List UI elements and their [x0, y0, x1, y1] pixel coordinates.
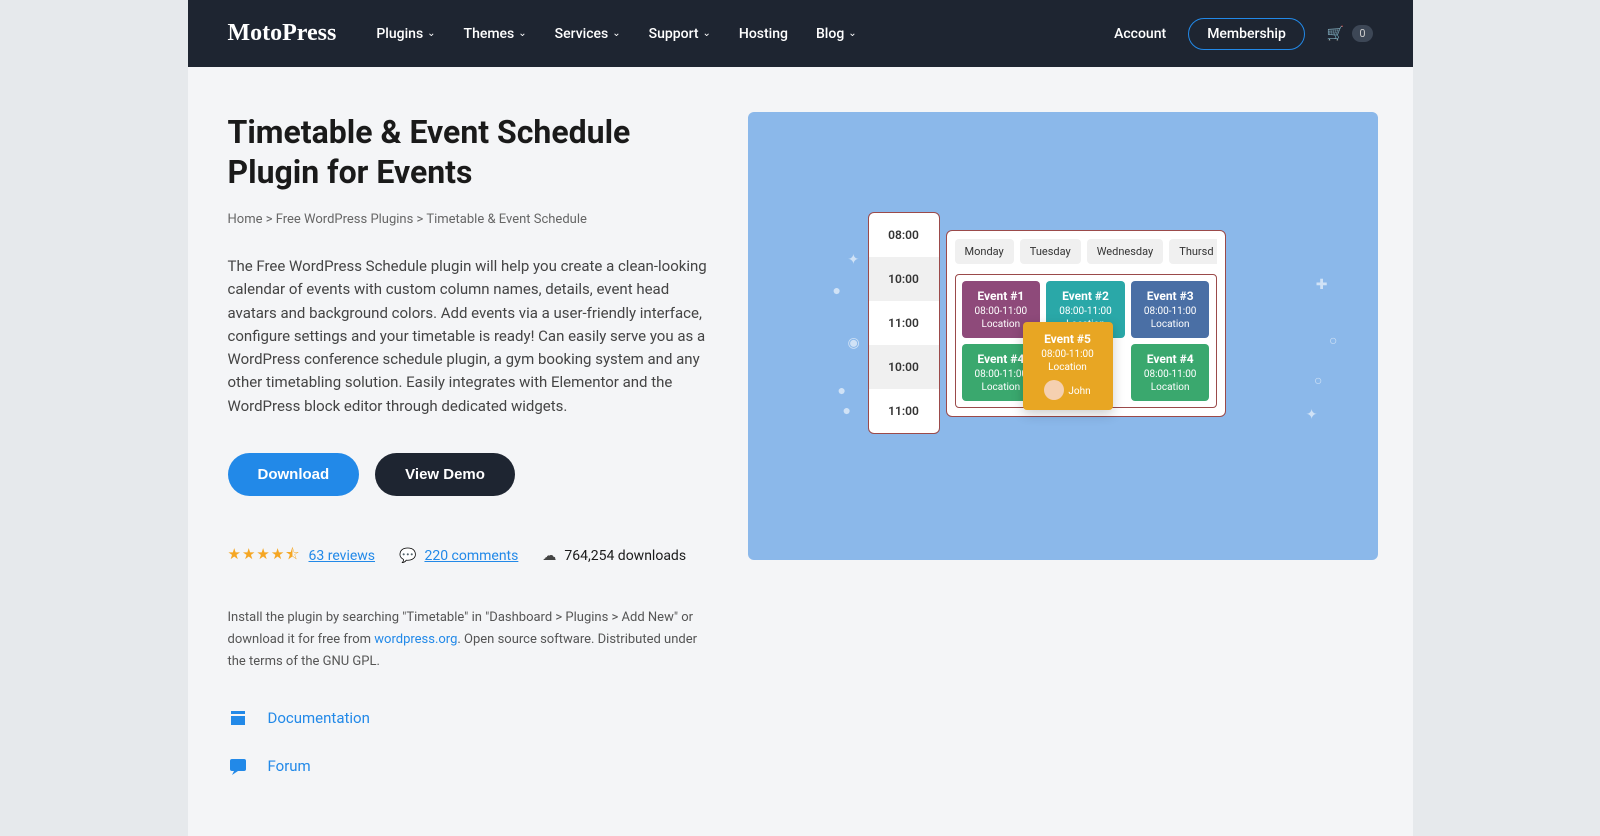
chevron-down-icon: ⌄ — [518, 28, 526, 39]
star-rating-icon: ★★★★⯪ — [228, 544, 301, 569]
featured-event-card: Event #5 08:00-11:00 Location John — [1023, 322, 1113, 410]
nav-hosting[interactable]: Hosting — [739, 26, 788, 42]
main-nav: Plugins⌄ Themes⌄ Services⌄ Support⌄ Host… — [376, 26, 1114, 42]
comment-icon: 💬 — [399, 548, 416, 564]
comments-link[interactable]: 220 comments — [424, 548, 518, 564]
day-tab: Monday — [955, 239, 1014, 264]
cart-count-badge: 0 — [1352, 25, 1372, 42]
downloads-count: 764,254 downloads — [564, 548, 686, 564]
membership-button[interactable]: Membership — [1188, 18, 1305, 50]
nav-support[interactable]: Support⌄ — [649, 26, 711, 42]
breadcrumb: Home > Free WordPress Plugins > Timetabl… — [228, 212, 708, 227]
nav-services[interactable]: Services⌄ — [555, 26, 621, 42]
wordpress-org-link[interactable]: wordpress.org — [374, 632, 457, 647]
event-card: Event #3 08:00-11:00 Location — [1131, 281, 1210, 338]
preview-image: ✦ ● ◉ ● ● ✚ ○ ○ ✦ 08:00 10:00 11:00 10:0… — [748, 112, 1378, 560]
reviews-link[interactable]: 63 reviews — [309, 548, 376, 564]
day-tab: Thursd — [1169, 239, 1216, 264]
forum-icon — [228, 756, 248, 776]
nav-themes[interactable]: Themes⌄ — [464, 26, 527, 42]
avatar-icon — [1044, 380, 1064, 400]
chevron-down-icon: ⌄ — [427, 28, 435, 39]
header: MotoPress Plugins⌄ Themes⌄ Services⌄ Sup… — [188, 0, 1413, 67]
description: The Free WordPress Schedule plugin will … — [228, 255, 708, 418]
action-buttons: Download View Demo — [228, 453, 708, 496]
page-title: Timetable & Event Schedule Plugin for Ev… — [228, 112, 708, 192]
chevron-down-icon: ⌄ — [612, 28, 620, 39]
nav-blog[interactable]: Blog⌄ — [816, 26, 857, 42]
logo[interactable]: MotoPress — [228, 20, 337, 47]
breadcrumb-home[interactable]: Home — [228, 212, 263, 227]
nav-plugins[interactable]: Plugins⌄ — [376, 26, 435, 42]
cart-icon: 🛒 — [1327, 26, 1344, 42]
document-icon — [228, 708, 248, 728]
main-content: Timetable & Event Schedule Plugin for Ev… — [188, 67, 1413, 836]
breadcrumb-current: Timetable & Event Schedule — [426, 212, 587, 227]
header-right: Account Membership 🛒 0 — [1114, 18, 1372, 50]
download-button[interactable]: Download — [228, 453, 360, 496]
account-link[interactable]: Account — [1114, 26, 1166, 42]
cart-button[interactable]: 🛒 0 — [1327, 25, 1373, 42]
download-icon: ☁ — [542, 548, 556, 564]
chevron-down-icon: ⌄ — [703, 28, 711, 39]
resource-links: Documentation Forum — [228, 708, 708, 776]
day-tab: Wednesday — [1087, 239, 1164, 264]
breadcrumb-plugins[interactable]: Free WordPress Plugins — [276, 212, 414, 227]
stats-row: ★★★★⯪ 63 reviews 💬 220 comments ☁ 764,25… — [228, 544, 708, 569]
forum-link[interactable]: Forum — [228, 756, 708, 776]
chevron-down-icon: ⌄ — [848, 28, 856, 39]
day-tab: Tuesday — [1020, 239, 1081, 264]
event-card: Event #4 08:00-11:00 Location — [1131, 344, 1210, 401]
install-note: Install the plugin by searching "Timetab… — [228, 607, 708, 673]
view-demo-button[interactable]: View Demo — [375, 453, 515, 496]
documentation-link[interactable]: Documentation — [228, 708, 708, 728]
time-column: 08:00 10:00 11:00 10:00 11:00 — [868, 212, 940, 434]
